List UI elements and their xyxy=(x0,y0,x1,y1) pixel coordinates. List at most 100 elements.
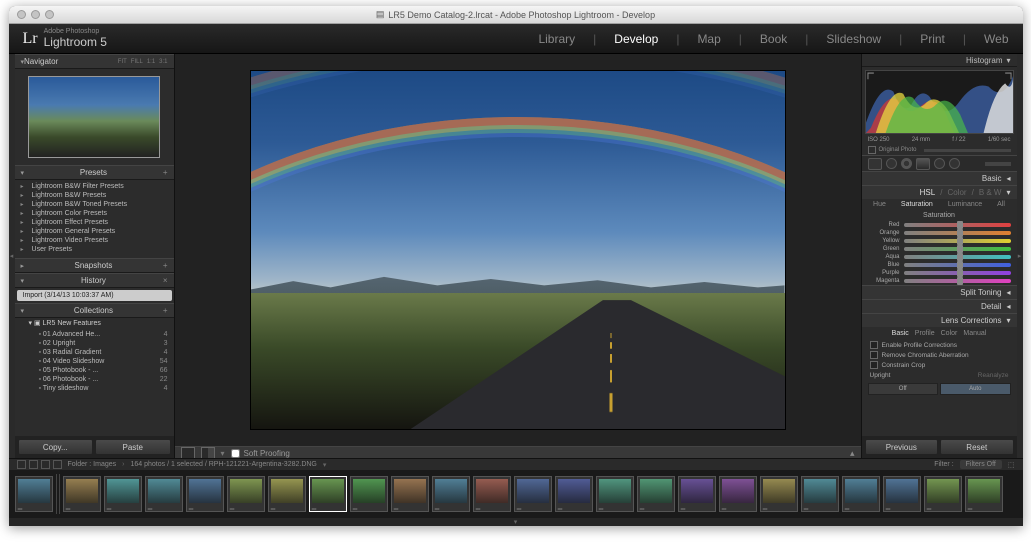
filmstrip-thumb[interactable]: ••••• xyxy=(924,476,962,512)
module-print[interactable]: Print xyxy=(920,32,945,46)
navigator-header[interactable]: ▾ Navigator FITFILL1:13:1 xyxy=(15,54,174,69)
preset-folder[interactable]: Lightroom General Presets xyxy=(15,227,174,236)
history-item[interactable]: Import (3/14/13 10:03:37 AM) xyxy=(17,290,172,301)
sat-slider-yellow[interactable]: Yellow xyxy=(862,237,1017,245)
redeye-tool-icon[interactable] xyxy=(901,158,912,169)
loupe-view[interactable] xyxy=(175,54,861,446)
reanalyze-button[interactable]: Reanalyze xyxy=(978,372,1009,379)
filmstrip-thumb[interactable]: ••••• xyxy=(555,476,593,512)
toolbar-expand-icon[interactable]: ▴ xyxy=(850,448,855,459)
lens-tab-profile[interactable]: Profile xyxy=(915,330,935,337)
second-window-icon[interactable] xyxy=(17,460,26,469)
module-book[interactable]: Book xyxy=(760,32,787,46)
presets-header[interactable]: ▾Presets+ xyxy=(15,165,174,180)
toolbar-chevron-icon[interactable]: ▾ xyxy=(221,449,225,458)
preset-folder[interactable]: Lightroom B&W Filter Presets xyxy=(15,182,174,191)
filmstrip-thumb[interactable]: ••••• xyxy=(719,476,757,512)
lens-tab-manual[interactable]: Manual xyxy=(963,330,986,337)
module-library[interactable]: Library xyxy=(538,32,575,46)
preset-folder[interactable]: Lightroom Effect Presets xyxy=(15,218,174,227)
sat-slider-green[interactable]: Green xyxy=(862,245,1017,253)
hsl-tab-saturation[interactable]: Saturation xyxy=(901,201,933,208)
filmstrip-thumb[interactable]: ••••• xyxy=(104,476,142,512)
collection-item[interactable]: ▫ 02 Upright3 xyxy=(15,339,174,348)
lens-check[interactable]: Constrain Crop xyxy=(862,360,1017,370)
filters-off-button[interactable]: Filters Off xyxy=(960,460,1002,469)
grad-filter-icon[interactable] xyxy=(916,158,930,170)
collection-item[interactable]: ▫ 05 Photobook - ...66 xyxy=(15,366,174,375)
filmstrip-thumb[interactable]: ••••• xyxy=(965,476,1003,512)
tool-slider[interactable] xyxy=(985,162,1011,166)
filmstrip-thumb[interactable]: ••••• xyxy=(473,476,511,512)
sat-slider-aqua[interactable]: Aqua xyxy=(862,253,1017,261)
sat-slider-blue[interactable]: Blue xyxy=(862,261,1017,269)
histogram[interactable] xyxy=(865,70,1014,134)
module-web[interactable]: Web xyxy=(984,32,1008,46)
hsl-tab-hue[interactable]: Hue xyxy=(873,201,886,208)
filmstrip-thumb[interactable]: ••••• xyxy=(883,476,921,512)
hsl-tab-all[interactable]: All xyxy=(997,201,1005,208)
copy-button[interactable]: Copy... xyxy=(18,439,94,455)
grid-icon[interactable] xyxy=(29,460,38,469)
filmstrip-thumb[interactable]: ••••• xyxy=(309,476,347,512)
soft-proofing-toggle[interactable]: Soft Proofing xyxy=(231,449,290,458)
filmstrip-thumb[interactable]: ••••• xyxy=(391,476,429,512)
filmstrip[interactable]: ••••••••••••••••••••••••••••••••••••••••… xyxy=(9,470,1023,518)
filmstrip-thumb[interactable]: ••••• xyxy=(145,476,183,512)
history-header[interactable]: ▾History× xyxy=(15,273,174,288)
upright-off-button[interactable]: Off xyxy=(868,383,939,395)
sat-slider-magenta[interactable]: Magenta xyxy=(862,277,1017,285)
lens-corrections-header[interactable]: Lens Corrections▾ xyxy=(862,313,1017,327)
original-photo-toggle[interactable]: Original Photo xyxy=(862,145,1017,155)
preset-folder[interactable]: Lightroom Video Presets xyxy=(15,236,174,245)
paste-button[interactable]: Paste xyxy=(95,439,171,455)
collections-header[interactable]: ▾Collections+ xyxy=(15,303,174,318)
preset-folder[interactable]: Lightroom Color Presets xyxy=(15,209,174,218)
filmstrip-thumb[interactable]: ••••• xyxy=(350,476,388,512)
split-toning-header[interactable]: Split Toning◂ xyxy=(862,285,1017,299)
filmstrip-thumb[interactable]: ••••• xyxy=(637,476,675,512)
collection-item[interactable]: ▫ 01 Advanced He...4 xyxy=(15,330,174,339)
filmstrip-thumb[interactable]: ••••• xyxy=(186,476,224,512)
filmstrip-thumb[interactable]: ••••• xyxy=(63,476,101,512)
preset-folder[interactable]: User Presets xyxy=(15,245,174,254)
reset-button[interactable]: Reset xyxy=(940,439,1014,455)
filmstrip-thumb[interactable]: ••••• xyxy=(432,476,470,512)
filmstrip-thumb[interactable]: ••••• xyxy=(15,476,53,512)
right-edge-toggle[interactable]: ▸ xyxy=(1017,54,1023,458)
lens-check[interactable]: Enable Profile Corrections xyxy=(862,340,1017,350)
nav-back-icon[interactable] xyxy=(41,460,50,469)
collection-item[interactable]: ▫ Tiny slideshow4 xyxy=(15,384,174,393)
loupe-icon[interactable] xyxy=(181,447,195,458)
basic-header[interactable]: Basic◂ xyxy=(862,171,1017,185)
module-map[interactable]: Map xyxy=(697,32,720,46)
radial-filter-icon[interactable] xyxy=(934,158,945,169)
filmstrip-thumb[interactable]: ••••• xyxy=(227,476,265,512)
filmstrip-thumb[interactable]: ••••• xyxy=(842,476,880,512)
detail-header[interactable]: Detail◂ xyxy=(862,299,1017,313)
collection-item[interactable]: ▫ 06 Photobook - ...22 xyxy=(15,375,174,384)
preset-folder[interactable]: Lightroom B&W Toned Presets xyxy=(15,200,174,209)
hsl-header[interactable]: HSL/ Color/ B & W▾ xyxy=(862,185,1017,199)
nav-fwd-icon[interactable] xyxy=(53,460,62,469)
sat-slider-orange[interactable]: Orange xyxy=(862,229,1017,237)
filmstrip-thumb[interactable]: ••••• xyxy=(268,476,306,512)
collection-item[interactable]: ▫ 04 Video Slideshow54 xyxy=(15,357,174,366)
preset-folder[interactable]: Lightroom B&W Presets xyxy=(15,191,174,200)
collection-set[interactable]: ▾ ▣ LR5 New Features xyxy=(15,318,174,328)
sat-slider-purple[interactable]: Purple xyxy=(862,269,1017,277)
histogram-header[interactable]: Histogram▾ xyxy=(862,54,1017,67)
collection-item[interactable]: ▫ 03 Radial Gradient4 xyxy=(15,348,174,357)
sat-slider-red[interactable]: Red xyxy=(862,221,1017,229)
previous-button[interactable]: Previous xyxy=(865,439,939,455)
nav-mode-1:1[interactable]: 1:1 xyxy=(147,59,155,65)
spot-tool-icon[interactable] xyxy=(886,158,897,169)
compare-icon[interactable] xyxy=(201,447,215,458)
module-develop[interactable]: Develop xyxy=(614,32,658,46)
nav-mode-3:1[interactable]: 3:1 xyxy=(159,59,167,65)
crop-tool-icon[interactable] xyxy=(868,158,882,170)
snapshots-header[interactable]: ▸Snapshots+ xyxy=(15,258,174,273)
navigator-preview[interactable] xyxy=(15,69,174,165)
filmstrip-thumb[interactable]: ••••• xyxy=(678,476,716,512)
filmstrip-thumb[interactable]: ••••• xyxy=(596,476,634,512)
